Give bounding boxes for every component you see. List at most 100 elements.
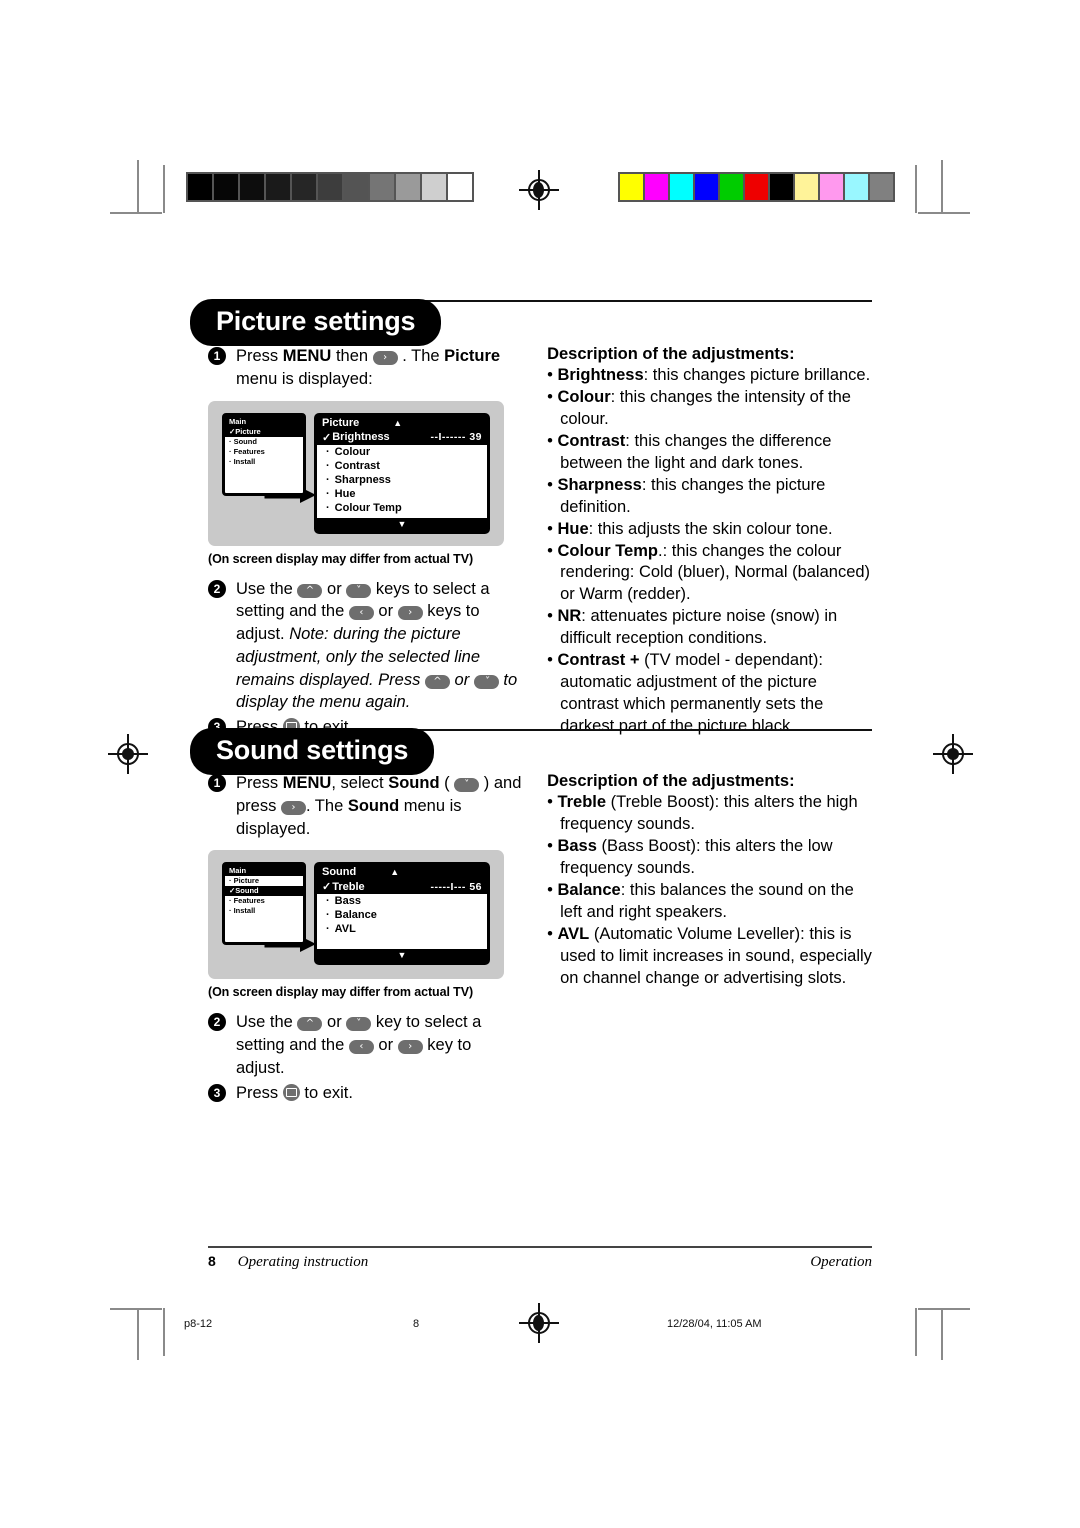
description-item: • NR: attenuates picture noise (snow) in… <box>547 606 872 650</box>
osd-item-avl[interactable]: · AVL <box>317 922 487 936</box>
osd-item-hue[interactable]: · Hue <box>317 487 487 501</box>
bullet-icon: • <box>547 431 558 450</box>
description-text: : this adjusts the skin colour tone. <box>588 519 833 538</box>
crop-mark-tr-bleed <box>915 165 917 213</box>
crop-mark-tr-h <box>918 212 970 214</box>
calibration-patch-2 <box>670 174 693 200</box>
up-arrow-key-icon: ^ <box>297 583 323 598</box>
description-item: • Contrast + (TV model - dependant): aut… <box>547 650 872 738</box>
description-item: • AVL (Automatic Volume Leveller): this … <box>547 924 872 990</box>
osd-item-colour[interactable]: · Colour <box>317 445 487 459</box>
description-text: : this changes picture brillance. <box>643 366 871 384</box>
osd-scroll-down-icon[interactable]: ▼ <box>317 517 487 531</box>
calibration-patch-1 <box>645 174 668 200</box>
crop-mark-br-v <box>941 1308 943 1360</box>
description-term: Colour Temp <box>557 541 658 560</box>
osd-sidebar-item-features[interactable]: · Features <box>225 896 303 906</box>
osd-menu-title: Picture <box>322 416 360 429</box>
calibration-patch-8 <box>396 174 420 200</box>
osd-scroll-up-icon[interactable]: ▲ <box>393 418 402 428</box>
bullet-icon: • <box>547 541 558 560</box>
crop-mark-br-h <box>918 1308 970 1310</box>
page-number: 8 <box>208 1253 216 1269</box>
right-arrow-key-icon: › <box>397 1040 423 1055</box>
down-arrow-key-icon: ˅ <box>346 583 372 598</box>
picture-osd-sidebar: Main ✓Picture · Sound · Features · Insta… <box>222 412 306 496</box>
sound-step-3-text: Press to exit. <box>236 1083 353 1102</box>
description-term: Contrast + <box>557 651 640 670</box>
description-term: Hue <box>557 519 589 538</box>
registration-mark-top <box>519 170 559 210</box>
picture-keyword: Picture <box>444 347 501 365</box>
print-page-label: 8 <box>413 1318 420 1330</box>
osd-sidebar-header: Main <box>225 415 303 427</box>
registration-mark-right <box>933 734 973 774</box>
crop-mark-tr-v <box>941 160 943 212</box>
osd-item-bass[interactable]: · Bass <box>317 894 487 908</box>
bullet-icon: • <box>547 793 558 811</box>
osd-check-icon: ✓ <box>322 881 332 894</box>
calibration-patch-4 <box>292 174 316 200</box>
calibration-patch-4 <box>720 174 743 200</box>
osd-item-sharpness[interactable]: · Sharpness <box>317 473 487 487</box>
description-term: Sharpness <box>557 475 642 494</box>
osd-sidebar-item-sound[interactable]: · Sound <box>225 437 303 447</box>
osd-highlighted-row[interactable]: ✓ Treble -----I--- 56 <box>317 879 487 895</box>
step-number-badge: 2 <box>208 1013 226 1032</box>
picture-osd-caption: (On screen display may differ from actua… <box>208 551 474 566</box>
description-term: Balance <box>557 880 621 899</box>
color-calibration-bar <box>618 172 895 202</box>
osd-scroll-up-icon[interactable]: ▲ <box>390 867 399 877</box>
osd-sidebar-item-sound[interactable]: ✓Sound <box>225 886 303 897</box>
osd-sidebar-item-install[interactable]: · Install <box>225 457 303 467</box>
sound-osd-caption: (On screen display may differ from actua… <box>208 985 474 1000</box>
crop-mark-bl-bleed <box>163 1308 165 1356</box>
osd-row-value: --I------ 39 <box>430 431 482 444</box>
osd-sidebar-item-picture[interactable]: ✓Picture <box>225 426 303 437</box>
osd-sidebar-item-install[interactable]: · Install <box>225 906 303 916</box>
step-number-badge: 1 <box>208 347 226 365</box>
registration-mark-left <box>108 734 148 774</box>
osd-scroll-down-icon[interactable]: ▼ <box>317 949 487 963</box>
osd-sidebar-item-features[interactable]: · Features <box>225 447 303 457</box>
calibration-patch-0 <box>620 174 643 200</box>
picture-desc-title: Description of the adjustments: <box>547 345 795 363</box>
crop-mark-tl-bleed <box>163 165 165 213</box>
sound-step-2: 2 Use the ^ or ˅ key to select a setting… <box>208 1011 523 1079</box>
osd-highlighted-row[interactable]: ✓ Brightness --I------ 39 <box>317 429 487 445</box>
sound-description-list: • Treble (Treble Boost): this alters the… <box>547 792 872 989</box>
osd-sidebar-item-picture[interactable]: · Picture <box>225 876 303 886</box>
sound-step-3: 3 Press to exit. <box>208 1082 523 1105</box>
osd-item-contrast[interactable]: · Contrast <box>317 459 487 473</box>
calibration-patch-7 <box>795 174 818 200</box>
sound-osd-panel: Sound ▲ ✓ Treble -----I--- 56 · Bass · Bala… <box>314 862 490 966</box>
osd-item-balance[interactable]: · Balance <box>317 908 487 922</box>
picture-step-2: 2 Use the ^ or ˅ keys to select a settin… <box>208 578 523 715</box>
osd-item-colour-temp[interactable]: · Colour Temp <box>317 501 487 515</box>
crop-mark-br-bleed <box>915 1308 917 1356</box>
description-text: (Automatic Volume Leveller): this is use… <box>560 924 872 987</box>
picture-left-column: 1 Press MENU then › . The Picture menu is… <box>208 345 523 741</box>
calibration-patch-3 <box>695 174 718 200</box>
osd-title-bar: Picture ▲ <box>317 415 487 430</box>
description-term: Contrast <box>557 431 626 450</box>
calibration-patch-1 <box>214 174 238 200</box>
osd-title-bar: Sound ▲ <box>317 865 487 880</box>
calibration-patch-10 <box>870 174 893 200</box>
sound-keyword: Sound <box>347 796 400 815</box>
calibration-patch-0 <box>188 174 212 200</box>
bullet-icon: • <box>547 519 558 538</box>
left-arrow-key-icon: ‹ <box>348 1040 374 1055</box>
sound-right-column: Description of the adjustments: • Treble… <box>547 772 872 1106</box>
calibration-patch-10 <box>448 174 472 200</box>
description-item: • Balance: this balances the sound on th… <box>547 880 872 924</box>
up-arrow-key-icon: ^ <box>297 1017 323 1032</box>
picture-step-1: 1 Press MENU then › . The Picture menu is… <box>208 345 523 391</box>
left-arrow-key-icon: ‹ <box>348 606 374 621</box>
description-item: • Contrast: this changes the difference … <box>547 431 872 475</box>
picture-description-list: • Brightness: this changes picture brill… <box>547 365 872 738</box>
print-file-label: p8-12 <box>184 1318 213 1330</box>
description-item: • Bass (Bass Boost): this alters the low… <box>547 836 872 880</box>
picture-note-text: Note: during the picture adjustment, onl… <box>236 625 518 712</box>
crop-mark-bl-h <box>110 1308 162 1310</box>
